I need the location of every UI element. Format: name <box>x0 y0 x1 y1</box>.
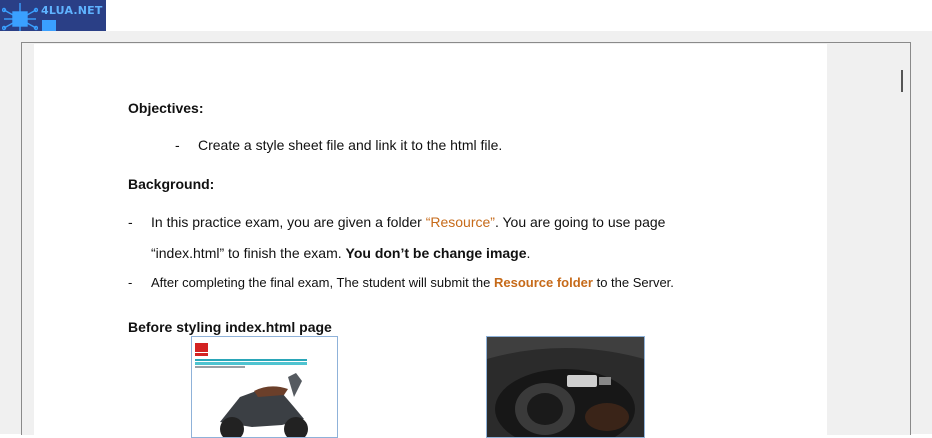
bg1-line2-period: . <box>526 245 531 261</box>
bg2-text-a: After completing the final exam, The stu… <box>151 275 494 290</box>
objective-item: Create a style sheet file and link it to… <box>198 137 503 153</box>
bg2-text-b: to the Server. <box>592 275 674 290</box>
resource-folder-bold: Resource folder <box>493 275 593 290</box>
background-heading: Background: <box>128 176 215 192</box>
logo-text: 4LUA.NET <box>41 4 103 17</box>
index-page-screenshot <box>191 336 338 438</box>
scrollbar-thumb[interactable] <box>901 70 903 92</box>
bg1-text-a: In this practice exam, you are given a f… <box>151 214 426 230</box>
bg1-line2-text: “index.html” to finish the exam. <box>151 245 346 261</box>
storage-photo <box>486 336 645 438</box>
document-viewer: Objectives: - Create a style sheet file … <box>0 31 932 438</box>
background-bullet-1: - <box>128 214 133 230</box>
background-bullet-2: - <box>128 275 133 290</box>
document-frame: Objectives: - Create a style sheet file … <box>21 42 911 438</box>
under-seat-storage-image <box>487 337 644 437</box>
bg1-line2-bold: You don’t be change image <box>345 245 527 261</box>
bg1-text-b: . You are going to use page <box>494 214 666 230</box>
resource-folder-name: “Resource” <box>425 214 495 230</box>
background-item-1-line-1: In this practice exam, you are given a f… <box>151 214 665 230</box>
motorbike-page-preview <box>195 343 308 437</box>
document-page: Objectives: - Create a style sheet file … <box>34 44 827 438</box>
objective-bullet: - <box>175 137 180 153</box>
before-styling-heading: Before styling index.html page <box>128 319 332 335</box>
objectives-heading: Objectives: <box>128 100 204 116</box>
background-item-1-line-2: “index.html” to finish the exam. You don… <box>151 245 530 261</box>
background-item-2: After completing the final exam, The stu… <box>151 275 674 290</box>
